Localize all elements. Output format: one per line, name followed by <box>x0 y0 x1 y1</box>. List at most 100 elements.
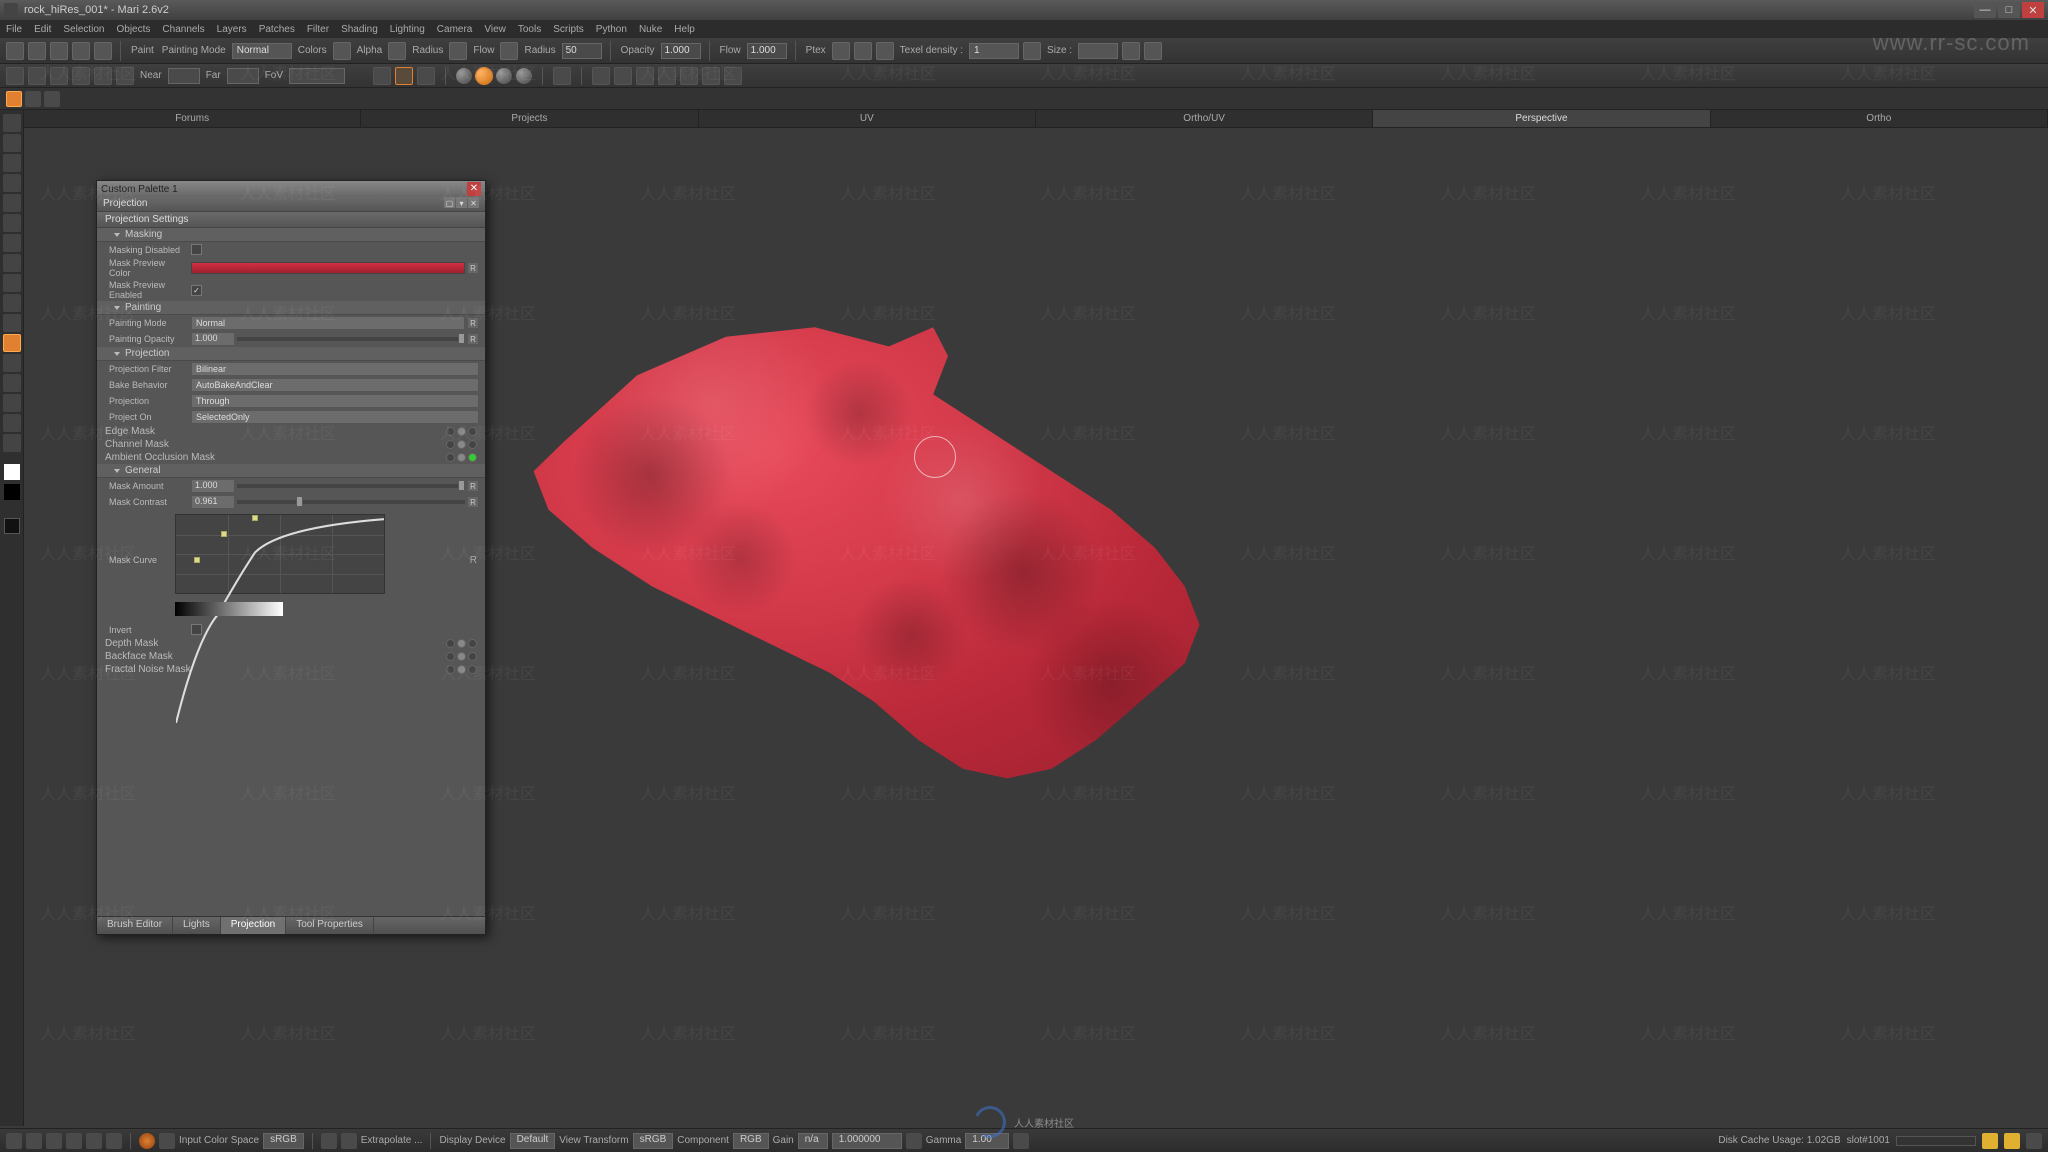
status-icon-1[interactable] <box>6 1133 22 1149</box>
shelf-icon-3[interactable] <box>44 91 60 107</box>
eyedropper-tool-icon[interactable] <box>3 394 21 412</box>
channel-mask-row[interactable]: Channel Mask <box>97 438 485 451</box>
mask-color-reset-button[interactable]: R <box>467 262 479 274</box>
alpha-icon[interactable] <box>388 42 406 60</box>
status-icon-2[interactable] <box>26 1133 42 1149</box>
painting-opacity-slider[interactable] <box>237 337 465 341</box>
mask-curve-editor[interactable] <box>175 514 385 594</box>
palette-titlebar[interactable]: Custom Palette 1 ✕ <box>97 181 485 197</box>
menu-patches[interactable]: Patches <box>259 24 295 35</box>
radius-input[interactable]: 50 <box>562 43 602 59</box>
palette-undock-icon[interactable]: ▢ <box>444 197 455 208</box>
shading-sphere-icon[interactable] <box>516 68 532 84</box>
erase-color-swatch[interactable] <box>4 518 20 534</box>
view-icon-5[interactable] <box>94 67 112 85</box>
clone-tool-icon[interactable] <box>3 294 21 312</box>
extrapolate-label[interactable]: Extrapolate ... <box>361 1135 423 1146</box>
mask-preview-enabled-checkbox[interactable] <box>191 285 202 296</box>
snap-icon-1[interactable] <box>592 67 610 85</box>
menu-filter[interactable]: Filter <box>307 24 329 35</box>
warning-icon[interactable] <box>1982 1133 1998 1149</box>
text-tool-icon[interactable] <box>3 414 21 432</box>
mask-curve-reset-button[interactable]: R <box>470 555 477 566</box>
eraser-tool-icon[interactable] <box>3 274 21 292</box>
menu-file[interactable]: File <box>6 24 22 35</box>
flow-icon[interactable] <box>500 42 518 60</box>
paint-bucket-tool-icon[interactable] <box>3 254 21 272</box>
shading-basic-icon[interactable] <box>476 68 492 84</box>
mask-amount-reset-button[interactable]: R <box>467 480 479 492</box>
menu-shading[interactable]: Shading <box>341 24 378 35</box>
gain-number-input[interactable]: 1.000000 <box>832 1133 902 1149</box>
status-icon-6[interactable] <box>106 1133 122 1149</box>
background-color-swatch[interactable] <box>4 484 20 500</box>
radius-icon[interactable] <box>449 42 467 60</box>
tab-uv[interactable]: UV <box>699 110 1036 127</box>
curve-point[interactable] <box>252 515 258 521</box>
edge-mask-row[interactable]: Edge Mask <box>97 425 485 438</box>
palette-min-icon[interactable]: ▾ <box>456 197 467 208</box>
ptex-icon-3[interactable] <box>876 42 894 60</box>
ao-mask-row[interactable]: Ambient Occlusion Mask <box>97 451 485 464</box>
menu-camera[interactable]: Camera <box>437 24 473 35</box>
transform-tool-icon[interactable] <box>3 154 21 172</box>
input-color-space-dropdown[interactable]: sRGB <box>263 1133 304 1149</box>
gain-reset-icon[interactable] <box>906 1133 922 1149</box>
snap-icon-6[interactable] <box>702 67 720 85</box>
menu-nuke[interactable]: Nuke <box>639 24 662 35</box>
ptex-icon-2[interactable] <box>854 42 872 60</box>
menu-help[interactable]: Help <box>674 24 695 35</box>
view-icon-3[interactable] <box>50 67 68 85</box>
status-icon-8[interactable] <box>159 1133 175 1149</box>
paint-mode-dropdown[interactable]: Normal <box>232 43 292 59</box>
tab-forums[interactable]: Forums <box>24 110 361 127</box>
maximize-button[interactable]: □ <box>1998 2 2020 18</box>
menu-channels[interactable]: Channels <box>162 24 204 35</box>
view-icon-4[interactable] <box>72 67 90 85</box>
mask-contrast-slider[interactable] <box>237 500 465 504</box>
menu-python[interactable]: Python <box>596 24 627 35</box>
mask-amount-input[interactable]: 1.000 <box>191 479 235 493</box>
close-button[interactable]: ✕ <box>2022 2 2044 18</box>
rotate-tool-icon[interactable] <box>3 194 21 212</box>
bake-behavior-dropdown[interactable]: AutoBakeAndClear <box>191 378 479 392</box>
shelf-paint-icon[interactable] <box>6 91 22 107</box>
tab-projection[interactable]: Projection <box>221 917 286 934</box>
grid-icon[interactable] <box>553 67 571 85</box>
snap-icon-5[interactable] <box>680 67 698 85</box>
tab-tool-properties[interactable]: Tool Properties <box>286 917 374 934</box>
mask-amount-slider[interactable] <box>237 484 465 488</box>
warning2-icon[interactable] <box>2004 1133 2020 1149</box>
mask-preview-color-swatch[interactable] <box>191 262 465 274</box>
component-dropdown[interactable]: RGB <box>733 1133 769 1149</box>
open-icon[interactable] <box>28 42 46 60</box>
texel-dropdown[interactable]: 1 <box>969 43 1019 59</box>
size-icon-2[interactable] <box>1144 42 1162 60</box>
masking-disabled-checkbox[interactable] <box>191 244 202 255</box>
colors-icon[interactable] <box>333 42 351 60</box>
light-toggle-icon[interactable] <box>395 67 413 85</box>
snap-icon-7[interactable] <box>724 67 742 85</box>
projection-group[interactable]: Projection <box>97 347 485 361</box>
scale-tool-icon[interactable] <box>3 214 21 232</box>
move-tool-icon[interactable] <box>3 174 21 192</box>
project-on-dropdown[interactable]: SelectedOnly <box>191 410 479 424</box>
brush-tool-icon[interactable] <box>3 334 21 352</box>
tab-projects[interactable]: Projects <box>361 110 698 127</box>
shading-full-icon[interactable] <box>496 68 512 84</box>
menu-lighting[interactable]: Lighting <box>390 24 425 35</box>
foreground-color-swatch[interactable] <box>4 464 20 480</box>
mask-contrast-input[interactable]: 0.961 <box>191 495 235 509</box>
gain-value[interactable]: n/a <box>798 1133 828 1149</box>
new-icon[interactable] <box>6 42 24 60</box>
crop-tool-icon[interactable] <box>3 234 21 252</box>
tab-lights[interactable]: Lights <box>173 917 221 934</box>
fov-input[interactable] <box>289 68 345 84</box>
status-end-icon[interactable] <box>2026 1133 2042 1149</box>
projection-dropdown[interactable]: Through <box>191 394 479 408</box>
snap-icon-3[interactable] <box>636 67 654 85</box>
menu-layers[interactable]: Layers <box>217 24 247 35</box>
shelf-icon-2[interactable] <box>25 91 41 107</box>
frame-icon[interactable] <box>373 67 391 85</box>
masking-group[interactable]: Masking <box>97 228 485 242</box>
